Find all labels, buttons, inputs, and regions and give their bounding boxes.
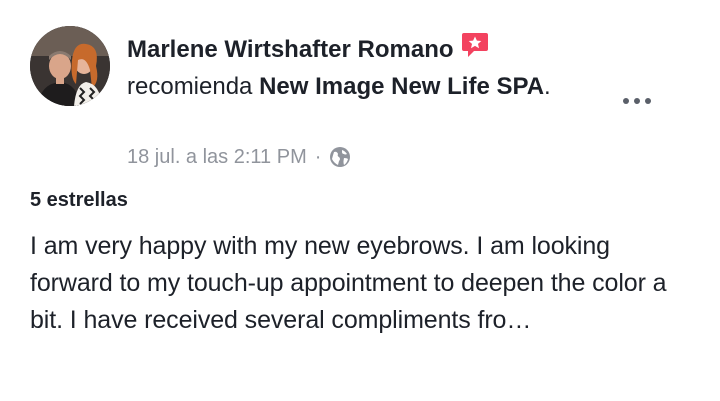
recommendation-star-icon	[460, 30, 490, 60]
header-period: .	[544, 73, 551, 100]
globe-icon[interactable]	[329, 146, 351, 168]
author-name[interactable]: Marlene Wirtshafter Romano	[127, 36, 454, 63]
meta-separator: ·	[314, 146, 322, 168]
review-post: Marlene Wirtshafter Romano recomienda Ne…	[0, 0, 720, 401]
more-options-button[interactable]	[616, 88, 658, 114]
post-header: Marlene Wirtshafter Romano recomienda Ne…	[127, 30, 597, 105]
post-timestamp[interactable]: 18 jul. a las 2:11 PM	[127, 143, 307, 171]
rating-label: 5 estrellas	[30, 189, 128, 211]
review-text: I am very happy with my new eyebrows. I …	[30, 232, 667, 334]
page-name-link[interactable]: New Image New Life SPA	[259, 73, 544, 100]
post-meta: 18 jul. a las 2:11 PM ·	[127, 143, 351, 171]
action-text: recomienda	[127, 73, 253, 100]
more-options-icon	[623, 98, 629, 104]
avatar-photo	[30, 26, 110, 106]
author-avatar[interactable]	[30, 26, 110, 106]
